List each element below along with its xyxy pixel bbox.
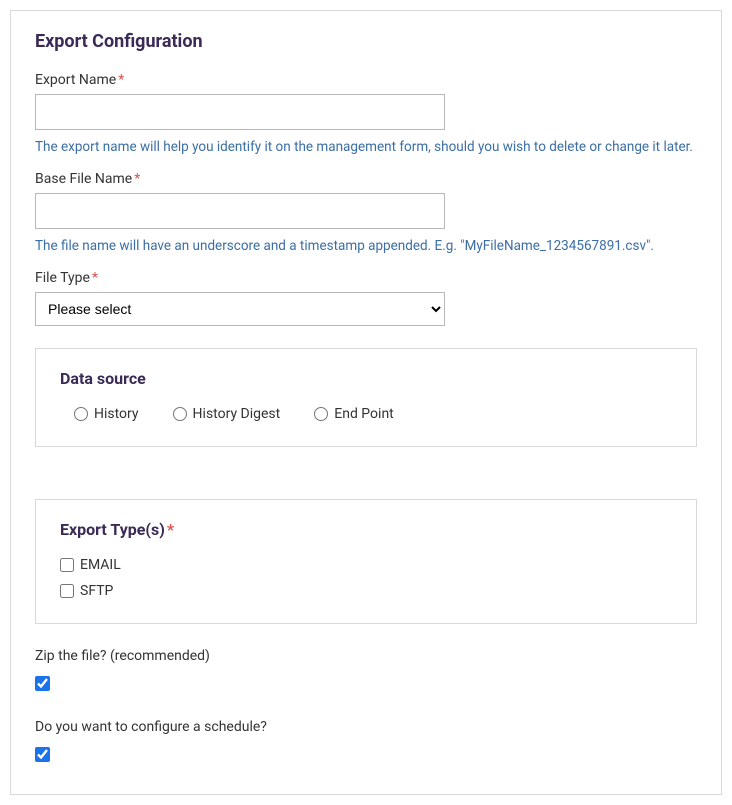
schedule-checkbox[interactable] bbox=[35, 747, 50, 762]
export-name-input[interactable] bbox=[35, 94, 445, 130]
checkbox-sftp-label: SFTP bbox=[80, 583, 113, 599]
radio-history-label: History bbox=[94, 406, 139, 422]
data-source-options: History History Digest End Point bbox=[60, 406, 672, 422]
data-source-panel: Data source History History Digest End P… bbox=[35, 348, 697, 447]
export-type-email[interactable]: EMAIL bbox=[60, 557, 672, 573]
required-mark: * bbox=[167, 520, 174, 539]
export-configuration-panel: Export Configuration Export Name* The ex… bbox=[10, 10, 722, 795]
checkbox-email-label: EMAIL bbox=[80, 557, 121, 573]
base-file-name-input[interactable] bbox=[35, 193, 445, 229]
base-file-name-label-text: Base File Name bbox=[35, 171, 132, 187]
panel-title: Export Configuration bbox=[35, 31, 697, 52]
export-name-label-text: Export Name bbox=[35, 72, 116, 88]
base-file-name-helper: The file name will have an underscore an… bbox=[35, 237, 697, 256]
required-mark: * bbox=[92, 270, 98, 286]
radio-end-point-label: End Point bbox=[334, 406, 394, 422]
zip-label: Zip the file? (recommended) bbox=[35, 648, 697, 664]
file-type-label-text: File Type bbox=[35, 270, 90, 286]
radio-history-digest[interactable] bbox=[173, 407, 187, 421]
export-name-field: Export Name* bbox=[35, 72, 697, 130]
export-name-label: Export Name* bbox=[35, 72, 697, 88]
data-source-history-digest[interactable]: History Digest bbox=[173, 406, 281, 422]
radio-history-digest-label: History Digest bbox=[193, 406, 281, 422]
file-type-field: File Type* Please select bbox=[35, 270, 697, 326]
file-type-select[interactable]: Please select bbox=[35, 292, 445, 326]
schedule-label: Do you want to configure a schedule? bbox=[35, 719, 697, 735]
export-types-title: Export Type(s)* bbox=[60, 520, 672, 539]
export-type-sftp[interactable]: SFTP bbox=[60, 583, 672, 599]
required-mark: * bbox=[134, 171, 140, 187]
data-source-title: Data source bbox=[60, 369, 672, 388]
data-source-end-point[interactable]: End Point bbox=[314, 406, 394, 422]
file-type-label: File Type* bbox=[35, 270, 697, 286]
required-mark: * bbox=[118, 72, 124, 88]
base-file-name-field: Base File Name* bbox=[35, 171, 697, 229]
zip-checkbox[interactable] bbox=[35, 676, 50, 691]
base-file-name-label: Base File Name* bbox=[35, 171, 697, 187]
export-types-title-text: Export Type(s) bbox=[60, 520, 165, 539]
radio-end-point[interactable] bbox=[314, 407, 328, 421]
export-types-options: EMAIL SFTP bbox=[60, 557, 672, 599]
checkbox-email[interactable] bbox=[60, 558, 74, 572]
spacer bbox=[35, 447, 697, 477]
checkbox-sftp[interactable] bbox=[60, 584, 74, 598]
export-name-helper: The export name will help you identify i… bbox=[35, 138, 697, 157]
data-source-history[interactable]: History bbox=[74, 406, 139, 422]
export-types-panel: Export Type(s)* EMAIL SFTP bbox=[35, 499, 697, 624]
radio-history[interactable] bbox=[74, 407, 88, 421]
